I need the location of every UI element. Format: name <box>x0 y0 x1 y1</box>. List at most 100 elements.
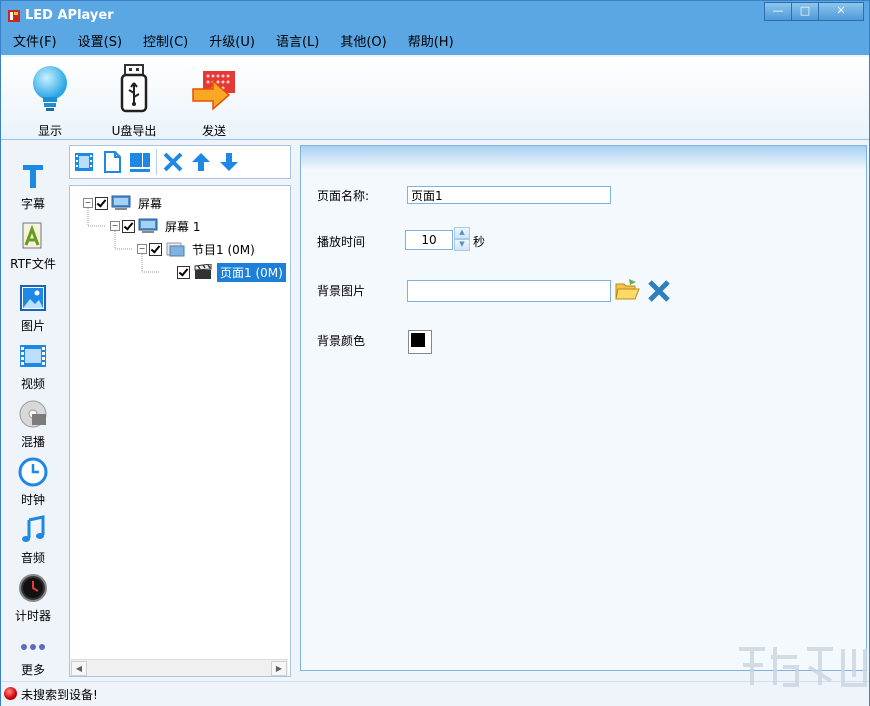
add-page-button[interactable] <box>98 148 126 176</box>
sidebar-item-rtf[interactable]: RTF文件 <box>1 221 65 272</box>
collapse-toggle[interactable]: − <box>83 198 93 208</box>
sidebar-item-audio[interactable]: 音频 <box>1 515 65 566</box>
checkbox[interactable] <box>122 219 135 233</box>
tree-node-root[interactable]: − 屏幕 <box>83 194 165 212</box>
minimize-button[interactable]: — <box>764 2 792 21</box>
sidebar-item-video[interactable]: 视频 <box>1 341 65 392</box>
menu-help[interactable]: 帮助(H) <box>399 31 463 55</box>
spin-up-button[interactable]: ▲ <box>454 227 470 239</box>
mixed-play-icon <box>19 400 47 428</box>
color-swatch-fill <box>411 333 425 347</box>
checkbox[interactable] <box>149 242 162 256</box>
tree-node-label: 屏幕 <box>138 196 163 211</box>
status-text: 未搜索到设备! <box>21 688 98 702</box>
app-logo-icon <box>8 10 20 22</box>
bg-image-input[interactable] <box>407 280 611 302</box>
clock-icon <box>18 457 48 487</box>
rtf-file-icon <box>22 222 42 249</box>
scroll-right-arrow[interactable]: ▶ <box>271 661 287 676</box>
sidebar-label: RTF文件 <box>10 257 56 271</box>
menu-other[interactable]: 其他(O) <box>331 31 395 55</box>
menu-bar: 文件(F) 设置(S) 控制(C) 升级(U) 语言(L) 其他(O) 帮助(H… <box>1 31 869 55</box>
checkbox[interactable] <box>95 196 108 210</box>
display-label: 显示 <box>37 124 62 138</box>
tree-node-program[interactable]: − 节目1 (0M) <box>137 240 258 258</box>
program-tree-panel: − 屏幕 − 屏幕 1 − 节目1 (0M) 页面1 (0M) ◀ ▶ <box>69 145 291 677</box>
move-down-button[interactable] <box>215 148 243 176</box>
move-down-icon <box>220 153 238 171</box>
browse-folder-icon[interactable] <box>615 278 641 302</box>
tree-node-label-selected: 页面1 (0M) <box>217 262 286 282</box>
title-bar[interactable]: LED APlayer — □ ✕ <box>1 1 869 31</box>
monitor-icon <box>111 195 131 210</box>
program-icon <box>166 242 185 257</box>
usb-export-label: U盘导出 <box>111 124 157 138</box>
tree-node-label: 屏幕 1 <box>165 219 201 234</box>
program-tree[interactable]: − 屏幕 − 屏幕 1 − 节目1 (0M) 页面1 (0M) ◀ ▶ <box>69 185 291 677</box>
collapse-toggle[interactable]: − <box>137 244 147 254</box>
clear-image-icon[interactable] <box>647 279 671 303</box>
sidebar-item-more[interactable]: 更多 <box>1 637 65 678</box>
spin-down-button[interactable]: ▼ <box>454 239 470 251</box>
page-name-label: 页面名称: <box>317 189 370 203</box>
menu-control[interactable]: 控制(C) <box>134 31 197 55</box>
lightbulb-icon <box>33 66 67 111</box>
add-area-button[interactable] <box>126 148 154 176</box>
text-icon <box>23 165 43 188</box>
bg-color-picker[interactable] <box>408 330 432 354</box>
sidebar-label: 计时器 <box>14 609 51 623</box>
timer-icon <box>19 574 47 602</box>
scroll-left-arrow[interactable]: ◀ <box>71 661 87 676</box>
play-time-unit: 秒 <box>473 235 486 249</box>
video-icon <box>20 345 46 367</box>
sidebar-label: 混播 <box>20 435 45 449</box>
close-button[interactable]: ✕ <box>818 2 864 21</box>
toolbar-separator <box>156 149 157 175</box>
usb-export-button[interactable]: U盘导出 <box>99 63 169 139</box>
bg-image-label: 背景图片 <box>317 284 366 298</box>
tree-node-page[interactable]: 页面1 (0M) <box>177 262 286 282</box>
sidebar-label: 图片 <box>20 319 45 333</box>
horizontal-scrollbar[interactable]: ◀ ▶ <box>70 659 288 676</box>
bg-color-label: 背景颜色 <box>317 334 366 348</box>
delete-button[interactable] <box>159 148 187 176</box>
tree-node-screen[interactable]: − 屏幕 1 <box>110 217 203 235</box>
monitor-icon <box>138 218 158 233</box>
menu-upgrade[interactable]: 升级(U) <box>200 31 264 55</box>
sidebar-label: 字幕 <box>20 197 45 211</box>
play-time-label: 播放时间 <box>317 235 366 249</box>
add-program-icon <box>75 153 93 171</box>
add-program-button[interactable] <box>70 148 98 176</box>
send-icon <box>192 71 235 111</box>
clapperboard-icon <box>194 264 212 279</box>
menu-language[interactable]: 语言(L) <box>267 31 328 55</box>
insert-sidebar: 字幕 RTF文件 图片 视频 混播 时钟 音频 计时器 更多 <box>1 141 65 681</box>
sidebar-item-clock[interactable]: 时钟 <box>1 457 65 508</box>
page-name-input[interactable] <box>407 186 611 204</box>
checkbox[interactable] <box>177 265 190 279</box>
menu-settings[interactable]: 设置(S) <box>69 31 131 55</box>
sidebar-item-timer[interactable]: 计时器 <box>1 573 65 624</box>
status-indicator-icon <box>4 687 17 700</box>
play-time-input[interactable] <box>405 230 453 250</box>
site-watermark-logo <box>739 647 867 687</box>
menu-file[interactable]: 文件(F) <box>4 31 66 55</box>
send-label: 发送 <box>201 124 226 138</box>
delete-icon <box>163 152 183 172</box>
add-page-icon <box>104 151 121 173</box>
move-up-button[interactable] <box>187 148 215 176</box>
display-button[interactable]: 显示 <box>15 63 85 139</box>
main-toolbar: 显示 U盘导出 发送 <box>1 57 869 140</box>
sidebar-item-subtitle[interactable]: 字幕 <box>1 161 65 212</box>
page-properties-panel: 页面名称: 播放时间 秒 背景图片 背景颜色 <box>300 145 867 671</box>
maximize-button[interactable]: □ <box>791 2 819 21</box>
sidebar-item-image[interactable]: 图片 <box>1 283 65 334</box>
add-area-icon <box>130 153 150 172</box>
sidebar-item-mixed[interactable]: 混播 <box>1 399 65 450</box>
play-time-spinner[interactable]: ▲ ▼ <box>454 227 470 251</box>
collapse-toggle[interactable]: − <box>110 221 120 231</box>
tree-node-label: 节目1 (0M) <box>192 242 255 257</box>
sidebar-label: 时钟 <box>20 493 45 507</box>
send-button[interactable]: 发送 <box>179 63 249 139</box>
panel-header <box>301 146 866 170</box>
